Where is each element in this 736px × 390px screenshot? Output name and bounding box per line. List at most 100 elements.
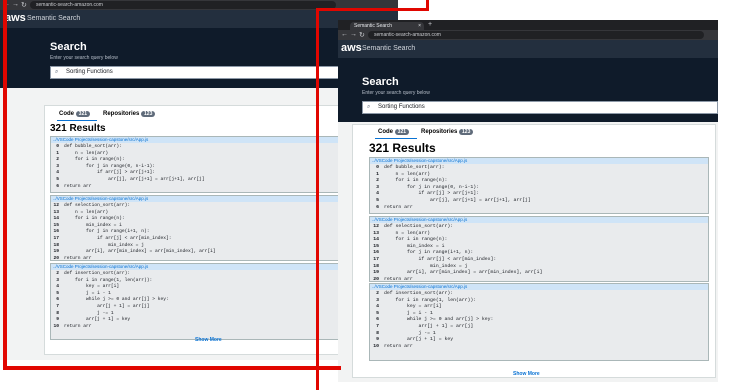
tab-code-count: 321	[75, 111, 91, 117]
code-text: key = arr[i]	[384, 304, 442, 310]
line-number: 7	[376, 323, 379, 329]
code-text: return arr	[64, 183, 92, 189]
code-text: arr[j + 1] = arr[j]	[384, 323, 474, 329]
code-line: 2 def insertion_sort(arr):	[370, 291, 708, 298]
app-title: Semantic Search	[27, 15, 81, 22]
back-icon[interactable]: ←	[341, 31, 348, 38]
line-number: 20	[53, 255, 59, 261]
code-line: 0 def bubble_sort(arr):	[370, 165, 708, 172]
browser-tab[interactable]: Semantic Search ×	[350, 22, 424, 30]
search-input[interactable]: ⌕ Sorting Functions	[50, 66, 352, 79]
code-text: n = len(arr)	[384, 230, 431, 236]
tab-repositories-count: 123	[459, 129, 474, 135]
annotation-line-left	[3, 0, 7, 370]
code-text: while j >= 0 and arr[j] > key:	[64, 297, 169, 303]
code-text: n = len(arr)	[64, 150, 109, 156]
code-text: arr[j], arr[j+1] = arr[j+1], arr[j]	[384, 197, 531, 203]
code-text: if arr[j] < arr[min_index]:	[64, 235, 172, 241]
code-text: for i in range(1, len(arr)):	[64, 277, 153, 283]
code-text: def selection_sort(arr):	[64, 203, 131, 208]
code-text: key = arr[i]	[64, 284, 120, 290]
app-title: Semantic Search	[362, 45, 416, 52]
code-text: def bubble_sort(arr):	[64, 144, 122, 149]
code-text: return arr	[64, 323, 92, 329]
reload-icon[interactable]: ↻	[21, 1, 27, 9]
aws-header: aws Semantic Search	[338, 40, 718, 58]
code-text: for i in range(n):	[384, 178, 448, 184]
tab-repositories-count: 123	[141, 111, 156, 117]
code-line: 6 while j >= 0 and arr[j] > key:	[370, 317, 708, 324]
search-title: Search	[50, 41, 87, 53]
show-more-button[interactable]: Show More	[513, 371, 540, 377]
line-number: 14	[53, 216, 59, 222]
line-number: 12	[53, 203, 59, 208]
code-text: arr[i], arr[min_index] = arr[min_index],…	[64, 249, 216, 255]
aws-logo[interactable]: aws	[5, 12, 26, 24]
code-text: arr[j + 1] = arr[j]	[64, 303, 150, 309]
forward-icon[interactable]: →	[12, 1, 19, 8]
line-number: 19	[53, 249, 59, 255]
tab-code[interactable]: Code 321	[378, 129, 410, 135]
annotation-line-middle	[316, 8, 319, 390]
line-number: 2	[56, 157, 59, 163]
search-title: Search	[362, 76, 399, 88]
line-number: 7	[56, 303, 59, 309]
line-number: 0	[376, 165, 379, 170]
line-number: 17	[373, 256, 379, 262]
line-number: 10	[373, 343, 379, 349]
code-line: 17 if arr[j] < arr[min_index]:	[370, 257, 708, 264]
line-number: 16	[373, 250, 379, 256]
code-result: ../VSCode Projects/session-capstone/src/…	[369, 157, 709, 214]
line-number: 5	[56, 176, 59, 182]
browser-toolbar: ← → ↻ semantic-search-amazon.com	[338, 30, 718, 40]
new-tab-icon[interactable]: +	[428, 21, 432, 28]
code-line: 5 arr[j], arr[j+1] = arr[j+1], arr[j]	[370, 198, 708, 205]
aws-logo[interactable]: aws	[341, 42, 362, 54]
code-text: if arr[j] > arr[j+1]:	[64, 170, 155, 176]
tab-code[interactable]: Code 321	[59, 111, 91, 117]
code-text: def insertion_sort(arr):	[384, 291, 454, 296]
line-number: 6	[376, 204, 379, 210]
annotation-line-top	[316, 8, 429, 11]
search-icon: ⌕	[55, 69, 59, 75]
line-number: 10	[53, 323, 59, 329]
code-text: return arr	[384, 276, 413, 282]
forward-icon[interactable]: →	[350, 31, 357, 38]
results-card: Code 321 Repositories 123 321 Results ..…	[352, 124, 716, 378]
tab-code-underline	[57, 120, 97, 121]
code-line: 12 def selection_sort(arr):	[370, 224, 708, 231]
tab-close-icon[interactable]: ×	[418, 22, 421, 30]
tab-repositories[interactable]: Repositories 123	[103, 111, 156, 117]
code-text: for j in range(0, n-i-1):	[384, 184, 479, 190]
code-text: def insertion_sort(arr):	[64, 271, 131, 276]
tab-repositories-label: Repositories	[103, 111, 140, 117]
code-text: min_index = i	[64, 222, 122, 228]
code-text: j = i - 1	[384, 310, 433, 316]
show-more-button[interactable]: Show More	[195, 337, 222, 343]
line-number: 9	[56, 317, 59, 323]
tab-repositories-label: Repositories	[421, 129, 458, 135]
code-text: min_index = j	[384, 263, 468, 269]
url-text: semantic-search-amazon.com	[374, 32, 441, 38]
line-number: 9	[376, 337, 379, 343]
browser-tab-bar: Semantic Search × +	[338, 20, 718, 30]
tab-repositories[interactable]: Repositories 123	[421, 129, 474, 135]
code-text: min_index = i	[384, 243, 445, 249]
reload-icon[interactable]: ↻	[359, 31, 365, 39]
line-number: 16	[53, 229, 59, 235]
code-snippet: 0 def bubble_sort(arr): 1 n = len(arr) 2 fo…	[370, 164, 708, 213]
address-bar[interactable]: semantic-search-amazon.com	[30, 1, 336, 9]
code-result: ../VSCode Projects/session-capstone/src/…	[369, 283, 709, 361]
url-text: semantic-search-amazon.com	[36, 2, 103, 8]
results-title: 321 Results	[50, 123, 106, 134]
address-bar[interactable]: semantic-search-amazon.com	[368, 31, 704, 39]
line-number: 5	[376, 197, 379, 203]
code-line: 6 return arr	[370, 205, 708, 212]
search-input[interactable]: ⌕ Sorting Functions	[362, 101, 718, 114]
tab-title: Semantic Search	[354, 23, 393, 29]
line-number: 14	[373, 237, 379, 243]
line-number: 2	[376, 291, 379, 296]
results-title: 321 Results	[369, 141, 436, 155]
code-results: ../VSCode Projects/session-capstone/src/…	[369, 157, 709, 367]
search-subtitle: Enter your search query below	[362, 90, 430, 96]
